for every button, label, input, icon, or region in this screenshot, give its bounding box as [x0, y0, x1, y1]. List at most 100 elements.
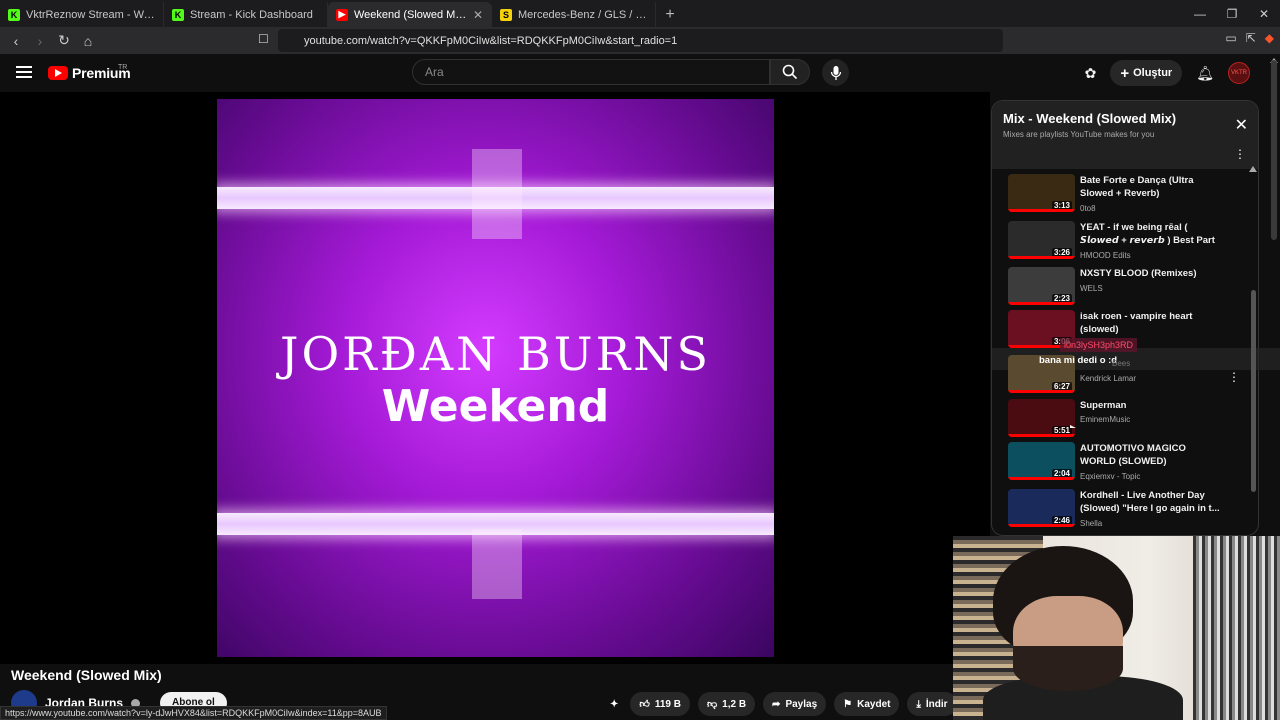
search-button[interactable] [770, 59, 810, 85]
close-window-icon[interactable]: ✕ [1248, 0, 1280, 27]
create-label: Oluştur [1133, 67, 1173, 79]
bookmark-icon[interactable]: ☐ [258, 32, 269, 46]
bookmark-save-icon: ⚑ [843, 698, 853, 710]
list-item-channel: Kendrick Lamar [1080, 374, 1137, 383]
chat-message-overlay: bana mi dedi o :d [1039, 355, 1118, 366]
list-item-title: YEAT - if we being rēal ( 𝙎𝙡𝙤𝙬𝙚𝙙 + 𝙧𝙚𝙫𝙚𝙧… [1080, 222, 1215, 246]
row-more-vert-icon[interactable]: ⋮ [1228, 370, 1240, 384]
share-button[interactable]: ➦ Paylaş [763, 692, 827, 716]
tab-title: VktrReznow Stream - Watch Live [26, 8, 155, 21]
like-count: 119 B [654, 698, 681, 710]
light-streak-bottom [472, 529, 522, 599]
list-item[interactable]: 2:46 Kordhell - Live Another Day (Slowed… [1008, 489, 1228, 533]
bookshelf-right [1193, 536, 1280, 720]
list-item-title: AUTOMOTIVO MAGICO WORLD (SLOWED) [1080, 443, 1186, 467]
browser-tab-kick-stream[interactable]: K VktrReznow Stream - Watch Live [0, 2, 164, 27]
video-thumbnail: 5:51 [1008, 399, 1075, 437]
url-field[interactable]: youtube.com/watch?v=QKKFpM0CiIw&list=RDQ… [278, 29, 1003, 52]
thumbs-up-icon: 👍︎ [639, 699, 650, 710]
watched-progress-bar [1008, 477, 1075, 480]
list-item-title: Kordhell - Live Another Day (Slowed) "He… [1080, 490, 1220, 514]
save-button[interactable]: ⚑ Kaydet [834, 692, 900, 716]
avatar-text: VKTR [1230, 70, 1247, 76]
reload-icon[interactable]: ↻ [54, 31, 74, 51]
youtube-header: Premium TR Ara ✿ + Oluştur 🔔︎ VKTR [0, 54, 1280, 92]
like-button[interactable]: 👍︎ 119 B [630, 692, 690, 716]
home-icon[interactable]: ⌂ [78, 31, 98, 51]
minimize-icon[interactable]: — [1184, 0, 1216, 27]
cover-title-text: Weekend [381, 381, 610, 432]
extension-icons: ▭ ⇱ ◆ [1225, 31, 1274, 45]
cast-icon[interactable]: ▭ [1225, 31, 1236, 45]
tab-title: Weekend (Slowed Mix) - YouTube [354, 8, 467, 21]
video-actions: ✦ 👍︎ 119 B 👎︎ 1,2 B ➦ Paylaş ⚑ Kaydet ⤓ … [606, 692, 957, 716]
video-thumbnail: 3:26 [1008, 221, 1075, 259]
dislike-count: 1,2 B [722, 698, 747, 710]
list-item-channel: 0to8 [1080, 204, 1096, 213]
s-favicon-icon: S [500, 8, 512, 21]
list-item-channel: Eqxiemxv - Topic [1080, 472, 1141, 481]
dislike-button[interactable]: 👎︎ 1,2 B [697, 692, 756, 716]
list-item[interactable]: 3:13 Bate Forte e Dança (Ultra Slowed + … [1008, 174, 1228, 218]
video-thumbnail: 2:23 [1008, 267, 1075, 305]
ask-ai-icon[interactable]: ✦ [606, 692, 622, 716]
voice-search-button[interactable] [822, 59, 849, 86]
download-button[interactable]: ⤓ İndir [907, 692, 957, 716]
browser-tab-strip: K VktrReznow Stream - Watch Live K Strea… [0, 0, 1280, 27]
playlist-subtitle: Mixes are playlists YouTube makes for yo… [1003, 130, 1155, 139]
list-item-title: isak roen - vampire heart (slowed) [1080, 311, 1193, 335]
youtube-favicon-icon: ▶ [336, 8, 348, 21]
video-thumbnail: 2:46 [1008, 489, 1075, 527]
share-page-icon[interactable]: ⇱ [1246, 31, 1256, 45]
region-code: TR [118, 64, 128, 71]
plus-icon: + [1120, 64, 1130, 82]
watched-progress-bar [1008, 256, 1075, 259]
avatar[interactable]: VKTR [1228, 62, 1250, 84]
ghost-text: Bees [1112, 359, 1131, 368]
video-thumbnail: 3:13 [1008, 174, 1075, 212]
share-label: Paylaş [785, 698, 818, 710]
search-placeholder: Ara [425, 65, 444, 79]
notifications-bell-icon[interactable]: 🔔︎ [1196, 65, 1214, 82]
menu-icon[interactable] [16, 66, 32, 78]
webcam-overlay [953, 536, 1280, 720]
watched-progress-bar [1008, 209, 1075, 212]
list-item[interactable]: 2:23 NXSTY BLOOD (Remixes) WELS [1008, 267, 1228, 311]
list-item-channel: EminemMusic [1080, 415, 1131, 424]
restore-icon[interactable]: ❐ [1216, 0, 1248, 27]
list-item[interactable]: 3:26 YEAT - if we being rēal ( 𝙎𝙡𝙤𝙬𝙚𝙙 + … [1008, 221, 1228, 265]
browser-tab-mercedes[interactable]: S Mercedes-Benz / GLS / 63 / TARGET [492, 2, 656, 27]
list-item[interactable]: 5:51 Superman EminemMusic [1008, 399, 1228, 443]
playlist-title: Mix - Weekend (Slowed Mix) [1003, 111, 1177, 126]
thumbs-down-icon: 👎︎ [706, 699, 718, 710]
watched-progress-bar [1008, 434, 1075, 437]
brave-shield-icon[interactable]: ◆ [1265, 31, 1274, 45]
new-tab-button[interactable]: + [656, 2, 684, 27]
create-button[interactable]: + Oluştur [1110, 60, 1183, 86]
cover-artist-text: JORĐAN BURNS [280, 327, 711, 381]
playlist-header: Mix - Weekend (Slowed Mix) Mixes are pla… [992, 101, 1258, 169]
browser-tab-youtube[interactable]: ▶ Weekend (Slowed Mix) - YouTube ✕ [328, 2, 492, 27]
close-tab-icon[interactable]: ✕ [473, 8, 483, 22]
page-scrollbar[interactable] [1271, 60, 1277, 240]
list-item[interactable]: 2:04 AUTOMOTIVO MAGICO WORLD (SLOWED) Eq… [1008, 442, 1228, 486]
more-vert-icon[interactable]: ⋮ [1234, 147, 1246, 161]
forward-icon[interactable]: › [30, 31, 50, 51]
watched-progress-bar [1008, 302, 1075, 305]
back-icon[interactable]: ‹ [6, 31, 26, 51]
share-arrow-icon: ➦ [772, 698, 781, 710]
streamer-beard [1013, 646, 1123, 691]
watched-progress-bar [1008, 390, 1075, 393]
list-item-channel: WELS [1080, 284, 1103, 293]
playlist-scrollbar[interactable] [1251, 290, 1256, 492]
close-icon[interactable]: ✕ [1235, 115, 1248, 135]
youtube-play-logo-icon [48, 66, 68, 80]
search-input[interactable]: Ara [412, 59, 770, 85]
browser-tab-kick-dashboard[interactable]: K Stream - Kick Dashboard [164, 2, 328, 27]
playlist-scroll-up-arrow-icon[interactable] [1249, 166, 1257, 172]
tab-title: Stream - Kick Dashboard [190, 8, 313, 21]
download-icon: ⤓ [916, 698, 921, 710]
studio-icon[interactable]: ✿ [1085, 65, 1097, 82]
video-thumbnail: 2:04 [1008, 442, 1075, 480]
url-text: youtube.com/watch?v=QKKFpM0CiIw&list=RDQ… [304, 34, 678, 47]
